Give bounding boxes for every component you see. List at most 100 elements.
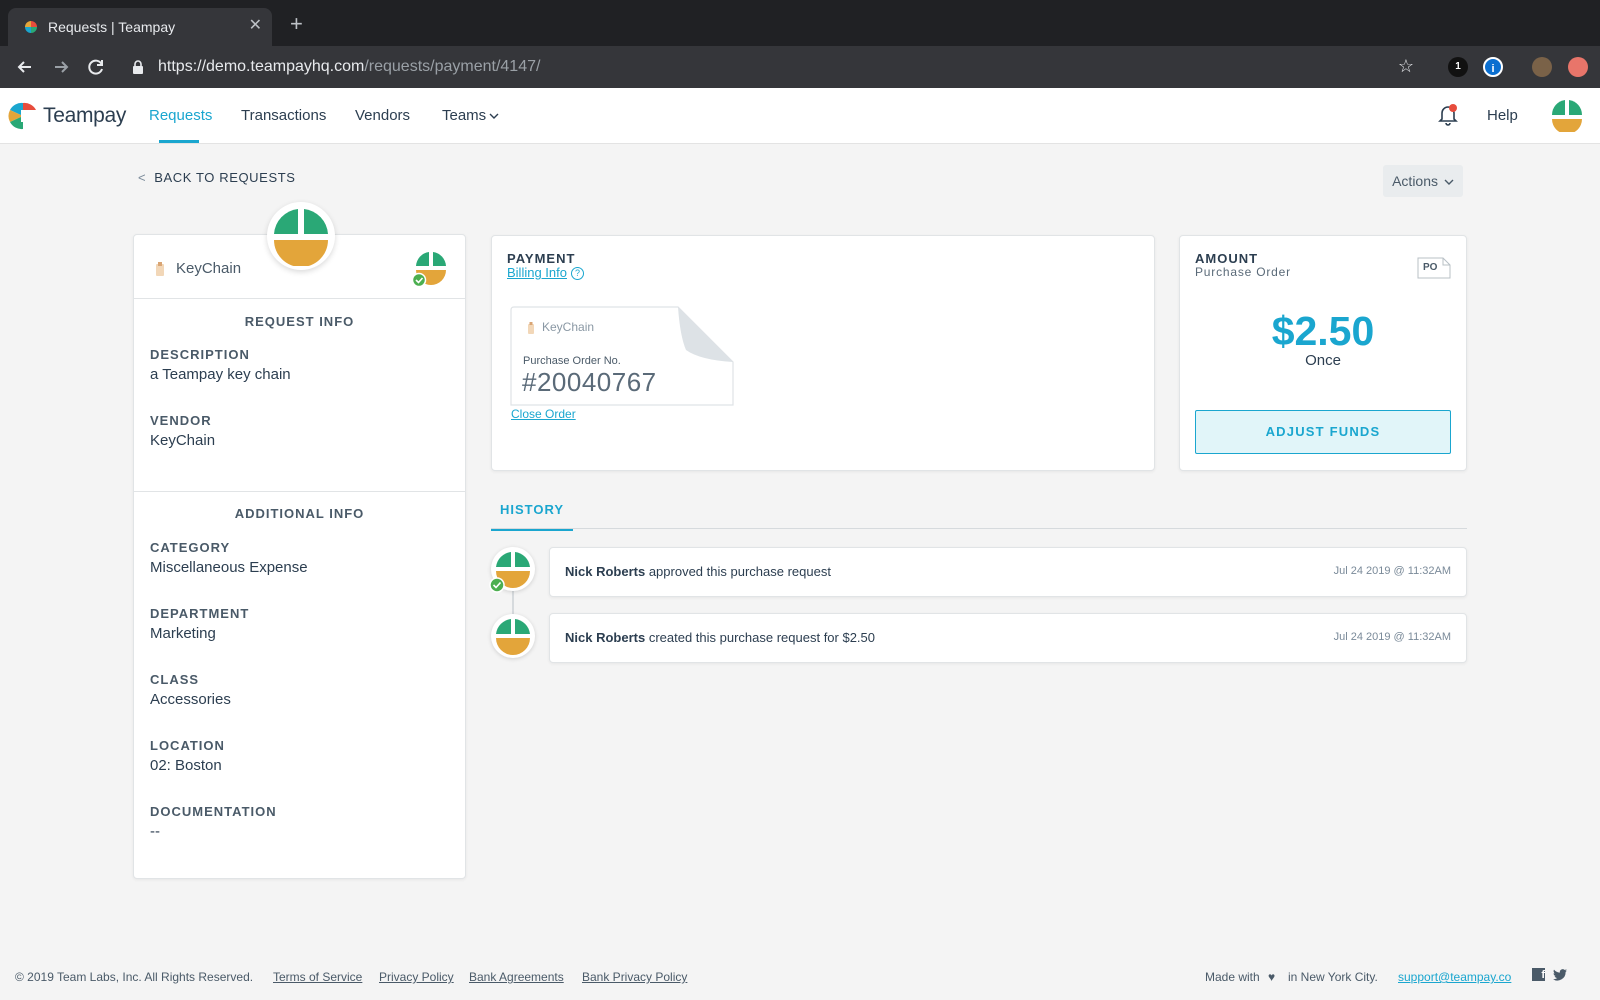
actions-dropdown[interactable]: Actions bbox=[1383, 165, 1463, 197]
keychain-vendor-icon bbox=[528, 322, 534, 334]
po-badge: PO bbox=[1417, 257, 1451, 279]
history-avatar bbox=[489, 547, 535, 593]
close-order-link[interactable]: Close Order bbox=[511, 407, 576, 421]
close-tab-icon[interactable]: ✕ bbox=[249, 16, 262, 36]
approver-avatar-icon bbox=[412, 252, 446, 287]
help-link[interactable]: Help bbox=[1487, 88, 1518, 144]
request-info-card: KeyChain REQUEST INFO DESCRIPTION a Team… bbox=[133, 202, 466, 879]
history-entry: Nick Roberts created this purchase reque… bbox=[549, 613, 1467, 663]
vendor-label: VENDOR bbox=[150, 413, 212, 428]
billing-info-label: Billing Info bbox=[507, 265, 567, 280]
bookmark-star-icon[interactable]: ☆ bbox=[1398, 56, 1414, 77]
bank-agreements-link[interactable]: Bank Agreements bbox=[469, 970, 564, 984]
active-nav-underline bbox=[159, 140, 199, 143]
tab-history[interactable]: HISTORY bbox=[491, 497, 573, 531]
chevron-down-icon bbox=[1444, 179, 1454, 185]
back-to-requests-link[interactable]: < BACK TO REQUESTS bbox=[138, 170, 296, 185]
teampay-logo-icon bbox=[8, 102, 37, 130]
history-tab-divider bbox=[491, 528, 1467, 529]
url-path: /requests/payment/4147/ bbox=[364, 58, 541, 75]
app-header: Teampay Requests Transactions Vendors Te… bbox=[0, 88, 1600, 144]
back-arrow-icon[interactable] bbox=[14, 56, 36, 78]
facebook-icon[interactable]: f bbox=[1532, 968, 1545, 981]
extension-one-icon[interactable]: 1 bbox=[1448, 57, 1468, 77]
po-vendor-name: KeyChain bbox=[542, 320, 595, 334]
history-entry-text: Nick Roberts created this purchase reque… bbox=[565, 630, 875, 645]
page-footer: © 2019 Team Labs, Inc. All Rights Reserv… bbox=[0, 966, 1600, 990]
copyright-text: © 2019 Team Labs, Inc. All Rights Reserv… bbox=[15, 970, 254, 984]
history-avatar bbox=[491, 614, 535, 658]
category-value: Miscellaneous Expense bbox=[150, 559, 308, 576]
nav-vendors[interactable]: Vendors bbox=[355, 88, 410, 144]
request-card-header: KeyChain bbox=[134, 202, 465, 299]
history-actor: Nick Roberts bbox=[565, 564, 646, 579]
po-badge-label: PO bbox=[1423, 262, 1438, 273]
history-entry-text: Nick Roberts approved this purchase requ… bbox=[565, 564, 831, 579]
update-icon[interactable] bbox=[1568, 57, 1588, 77]
password-manager-icon[interactable]: i bbox=[1483, 57, 1503, 77]
chevron-down-icon bbox=[489, 113, 499, 119]
nav-transactions[interactable]: Transactions bbox=[241, 88, 326, 144]
actions-label: Actions bbox=[1392, 173, 1439, 189]
documentation-value: -- bbox=[150, 823, 160, 840]
department-label: DEPARTMENT bbox=[150, 606, 250, 621]
notification-bell-icon[interactable] bbox=[1438, 104, 1458, 126]
tab-title: Requests | Teampay bbox=[48, 19, 176, 35]
payment-title: PAYMENT bbox=[507, 251, 576, 266]
description-value: a Teampay key chain bbox=[150, 366, 291, 383]
forward-arrow-icon[interactable] bbox=[50, 56, 72, 78]
heart-icon: ♥ bbox=[1268, 970, 1276, 984]
class-label: CLASS bbox=[150, 672, 200, 687]
po-number-label: Purchase Order No. bbox=[523, 355, 621, 367]
request-info-title: REQUEST INFO bbox=[244, 314, 355, 329]
teampay-favicon-icon bbox=[25, 21, 37, 33]
description-label: DESCRIPTION bbox=[150, 347, 250, 362]
twitter-icon[interactable] bbox=[1553, 969, 1567, 981]
history-timestamp: Jul 24 2019 @ 11:32AM bbox=[1333, 631, 1451, 643]
timeline-connector bbox=[512, 590, 514, 614]
history-actor: Nick Roberts bbox=[565, 630, 646, 645]
nav-teams-label: Teams bbox=[442, 107, 487, 124]
adjust-funds-button[interactable]: ADJUST FUNDS bbox=[1195, 410, 1451, 454]
amount-subtitle: Purchase Order bbox=[1195, 265, 1291, 279]
browser-toolbar: https://demo.teampayhq.com/requests/paym… bbox=[0, 46, 1600, 88]
location-label: LOCATION bbox=[150, 738, 225, 753]
amount-card: AMOUNT Purchase Order PO $2.50 Once ADJU… bbox=[1179, 235, 1467, 471]
logo-text: Teampay bbox=[43, 104, 127, 127]
back-to-requests-label: BACK TO REQUESTS bbox=[154, 170, 296, 185]
url-text: https://demo.teampayhq.com/requests/paym… bbox=[158, 58, 540, 76]
nav-requests[interactable]: Requests bbox=[149, 88, 212, 144]
requester-avatar bbox=[267, 202, 335, 270]
new-tab-icon[interactable]: + bbox=[290, 13, 303, 35]
support-email-link[interactable]: support@teampay.co bbox=[1398, 970, 1511, 984]
history-timestamp: Jul 24 2019 @ 11:32AM bbox=[1333, 565, 1451, 577]
user-avatar-icon[interactable] bbox=[1550, 98, 1584, 132]
nav-teams[interactable]: Teams bbox=[442, 88, 499, 144]
profile-photo-icon[interactable] bbox=[1532, 57, 1552, 77]
approved-check-icon bbox=[489, 577, 505, 593]
help-circle-icon[interactable]: ? bbox=[570, 267, 584, 280]
browser-tabbar: Requests | Teampay ✕ + bbox=[0, 0, 1600, 46]
url-host: https://demo.teampayhq.com bbox=[158, 58, 365, 75]
terms-link[interactable]: Terms of Service bbox=[273, 970, 362, 984]
chevron-left-icon: < bbox=[138, 170, 147, 185]
lock-icon bbox=[133, 60, 143, 74]
additional-info-title: ADDITIONAL INFO bbox=[234, 506, 365, 521]
reload-icon[interactable] bbox=[85, 56, 107, 78]
made-with-text: Made with bbox=[1205, 970, 1260, 984]
documentation-label: DOCUMENTATION bbox=[150, 804, 277, 819]
history-action: created this purchase request for $2.50 bbox=[645, 630, 876, 645]
payment-card: PAYMENT Billing Info? KeyChain Purchase … bbox=[491, 235, 1155, 471]
vendor-value: KeyChain bbox=[150, 432, 216, 449]
category-label: CATEGORY bbox=[150, 540, 231, 555]
teampay-logo[interactable]: Teampay bbox=[7, 100, 137, 132]
section-divider bbox=[134, 491, 465, 492]
vendor-header-name: KeyChain bbox=[176, 260, 242, 277]
privacy-link[interactable]: Privacy Policy bbox=[379, 970, 454, 984]
billing-info-link[interactable]: Billing Info? bbox=[507, 265, 584, 280]
department-value: Marketing bbox=[150, 625, 216, 642]
bank-privacy-link[interactable]: Bank Privacy Policy bbox=[582, 970, 687, 984]
browser-tab[interactable]: Requests | Teampay ✕ bbox=[8, 8, 272, 46]
url-bar[interactable]: https://demo.teampayhq.com/requests/paym… bbox=[120, 52, 1430, 82]
amount-value: $2.50 bbox=[1271, 308, 1375, 354]
